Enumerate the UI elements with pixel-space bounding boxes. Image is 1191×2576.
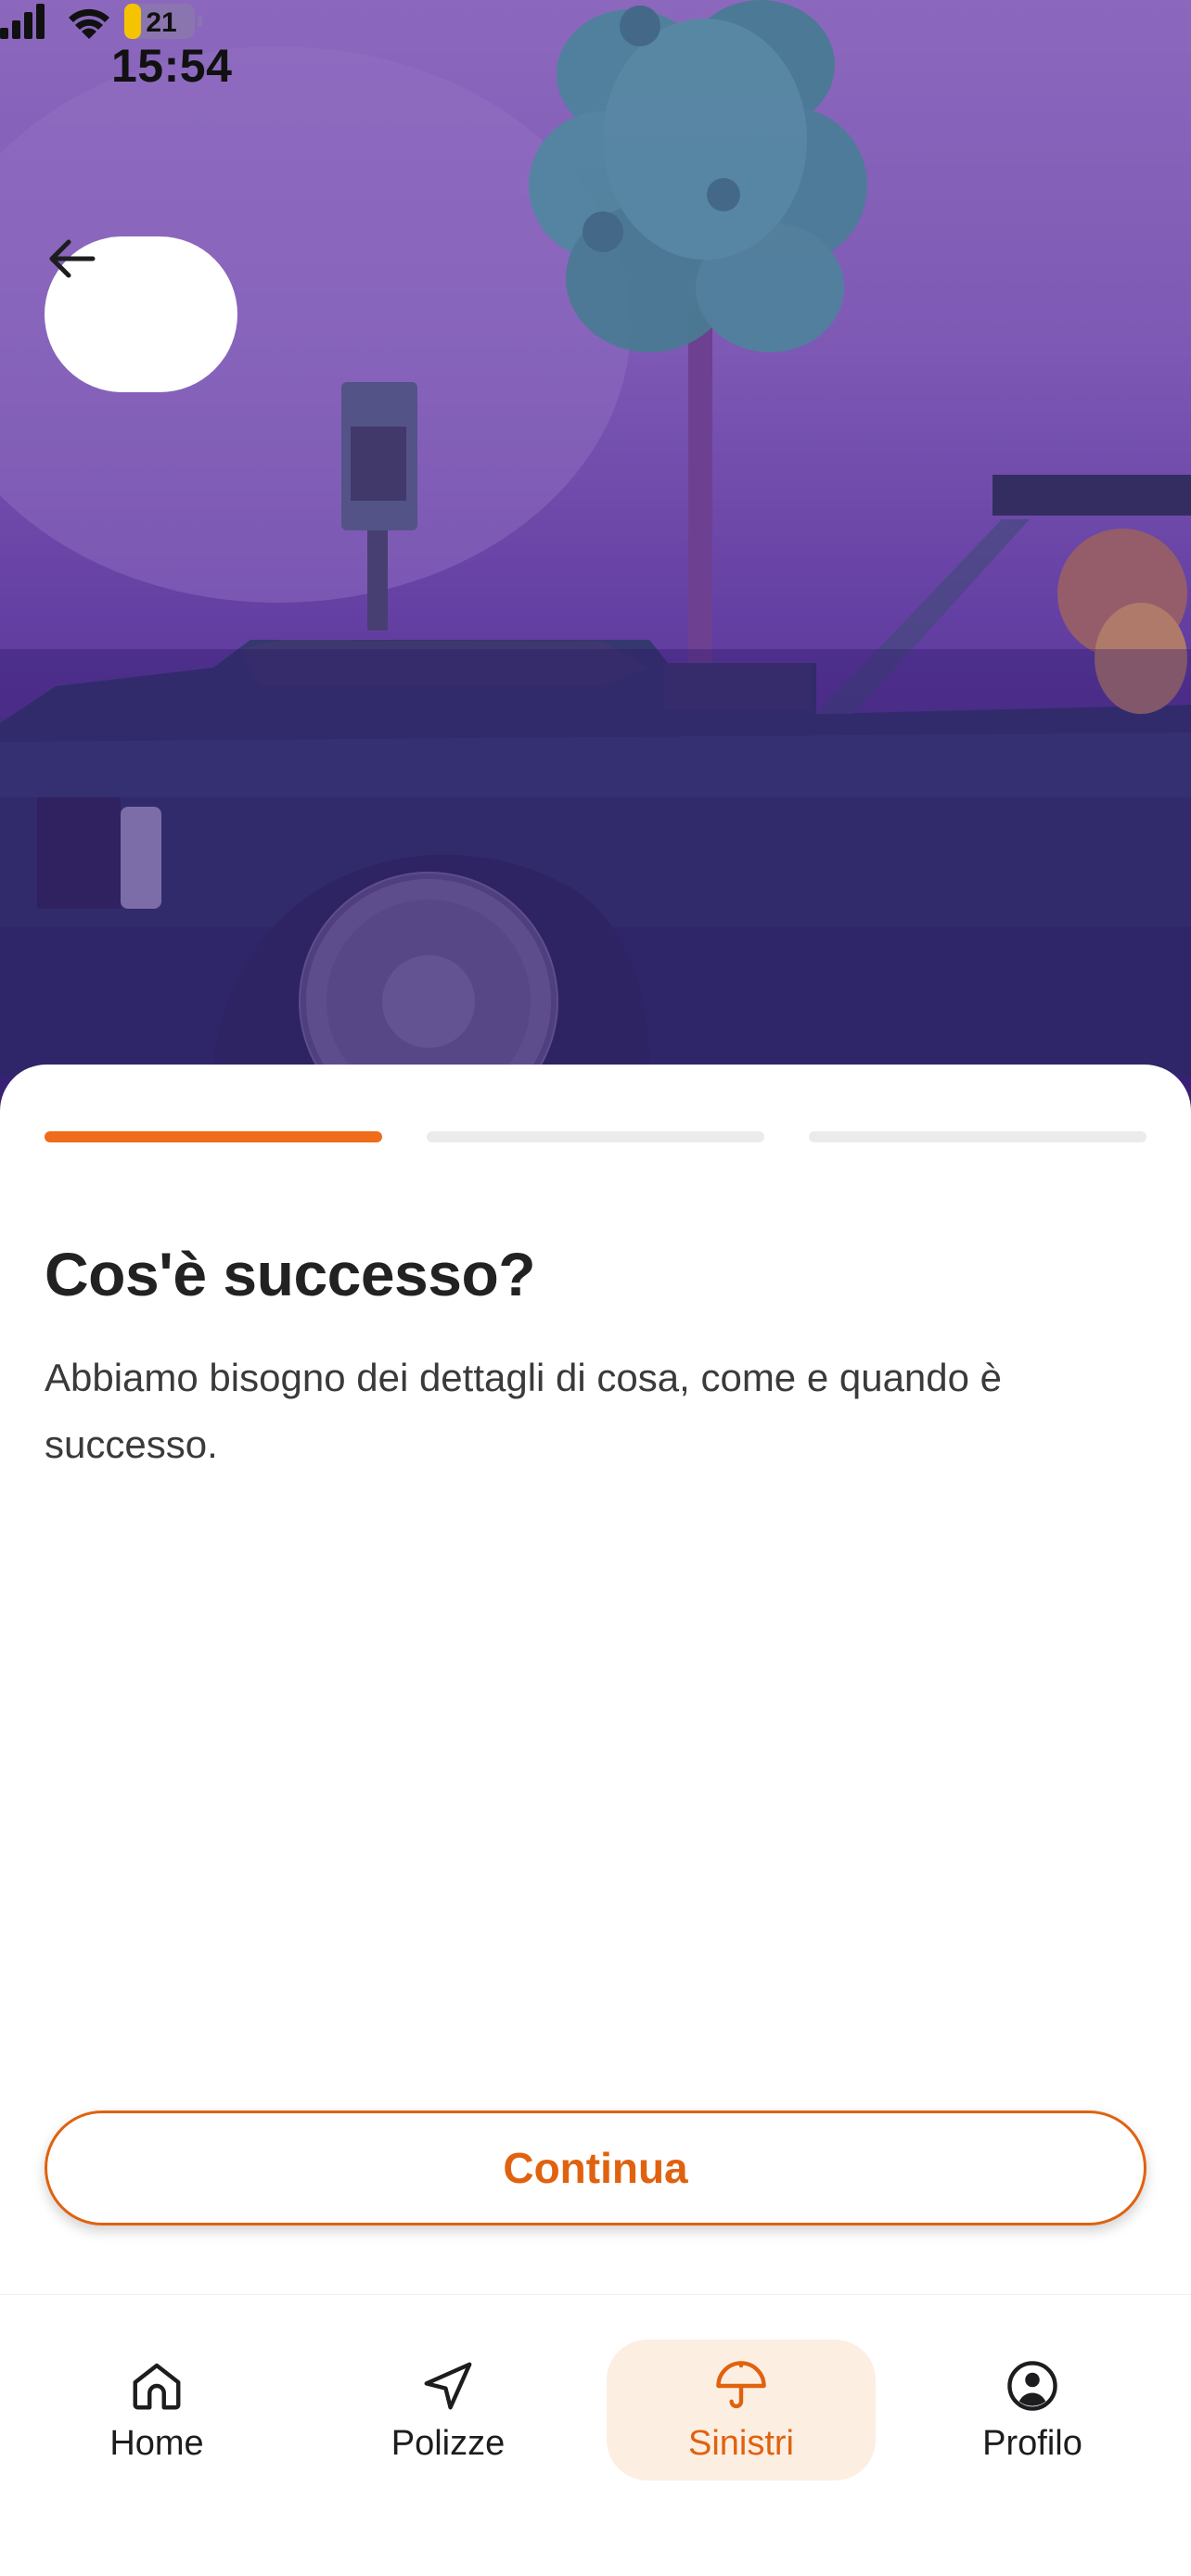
status-time: 15:54 — [111, 40, 233, 92]
navigation-arrow-icon — [424, 2362, 472, 2409]
tab-polizze-label: Polizze — [391, 2423, 506, 2463]
tab-sinistri[interactable]: Sinistri — [607, 2340, 876, 2480]
wifi-icon — [69, 8, 109, 39]
page-subtitle: Abbiamo bisogno dei dettagli di cosa, co… — [45, 1356, 1003, 1466]
step-progress — [45, 1131, 1146, 1142]
tab-profilo[interactable]: Profilo — [898, 2340, 1167, 2480]
progress-step-2 — [427, 1131, 764, 1142]
tab-sinistri-label: Sinistri — [687, 2423, 795, 2463]
status-icons: 21 — [0, 4, 202, 39]
user-circle-icon — [1007, 2360, 1057, 2411]
continue-button[interactable]: Continua — [45, 2111, 1146, 2225]
tab-home[interactable]: Home — [22, 2340, 291, 2480]
progress-step-3 — [809, 1131, 1146, 1142]
svg-text:21: 21 — [146, 7, 176, 38]
hero-image: 15:54 21 — [0, 0, 1191, 1113]
back-button[interactable] — [45, 236, 237, 392]
tab-polizze[interactable]: Polizze — [314, 2340, 583, 2480]
home-icon — [133, 2363, 181, 2409]
progress-step-1 — [45, 1131, 382, 1142]
lego-car-illustration — [0, 0, 1191, 1113]
battery-icon: 21 — [124, 4, 202, 39]
page-title: Cos'è successo? — [45, 1240, 536, 1308]
arrow-left-icon — [49, 239, 96, 278]
bottom-tab-bar: Home Polizze Sinistri Profilo — [0, 2294, 1191, 2576]
signal-icon — [0, 4, 45, 39]
umbrella-icon — [716, 2360, 766, 2408]
tab-profilo-label: Profilo — [982, 2423, 1082, 2463]
tab-home-label: Home — [109, 2423, 204, 2463]
